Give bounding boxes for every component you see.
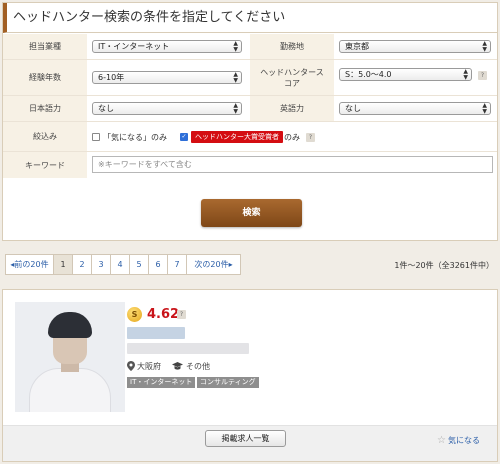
tag-industry: コンサルティング — [197, 377, 259, 388]
hh-score-select[interactable]: S：5.0〜4.0 ▲ ▼ — [339, 68, 472, 81]
redacted-name[interactable] — [127, 327, 185, 339]
chevron-right-icon: ▸ — [228, 260, 233, 269]
prev-page-link[interactable]: ◂前の20件 — [6, 255, 54, 274]
favorite-only-label[interactable]: 「気になる」のみ — [103, 132, 167, 143]
award-only-checkbox[interactable]: ✓ — [180, 133, 188, 141]
redacted-company — [127, 343, 249, 354]
row-experience-score: 経験年数 6-10年 ▲ ▼ ヘッドハンタース コア S：5.0〜4.0 ▲ ▼ ? — [3, 60, 497, 96]
industry-label: 担当業種 — [3, 34, 87, 59]
page-link-2[interactable]: 2 — [73, 255, 92, 274]
chevron-updown-icon: ▲ ▼ — [482, 102, 487, 115]
coin-icon: S — [127, 307, 142, 322]
page-link-3[interactable]: 3 — [92, 255, 111, 274]
row-language: 日本語力 なし ▲ ▼ 英語力 なし ▲ ▼ — [3, 96, 497, 122]
english-select[interactable]: なし ▲ ▼ — [339, 102, 491, 115]
job-listings-button[interactable]: 掲載求人一覧 — [205, 430, 286, 447]
search-panel: ヘッドハンター検索の条件を指定してください 担当業種 IT・インターネット ▲ ▼… — [2, 2, 498, 241]
education-text: その他 — [186, 362, 210, 371]
pin-icon — [127, 361, 135, 371]
star-icon: ☆ — [437, 435, 446, 446]
industry-select[interactable]: IT・インターネット ▲ ▼ — [92, 40, 242, 53]
location-text: 大阪府 — [137, 362, 161, 371]
page-link-1[interactable]: 1 — [54, 255, 73, 274]
next-page-link[interactable]: 次の20件▸ — [187, 255, 240, 274]
hh-score-label: ヘッドハンタース コア — [250, 60, 334, 95]
check-icon: ✓ — [181, 133, 187, 140]
pagination: ◂前の20件 1 2 3 4 5 6 7 次の20件▸ — [5, 254, 241, 275]
row-industry-location: 担当業種 IT・インターネット ▲ ▼ 勤務地 東京都 ▲ ▼ — [3, 34, 497, 60]
row-keyword: キーワード ※キーワードをすべて含む — [3, 152, 497, 178]
favorite-only-checkbox[interactable] — [92, 133, 100, 141]
help-icon[interactable]: ? — [478, 71, 487, 80]
keyword-label: キーワード — [3, 152, 87, 178]
help-icon[interactable]: ? — [177, 310, 186, 319]
page-link-4[interactable]: 4 — [111, 255, 130, 274]
chevron-updown-icon: ▲ ▼ — [233, 102, 238, 115]
hh-score-value: 4.62 — [147, 307, 180, 322]
avatar — [15, 302, 125, 412]
experience-label: 経験年数 — [3, 60, 87, 95]
search-button[interactable]: 検索 — [201, 199, 302, 227]
japanese-select[interactable]: なし ▲ ▼ — [92, 102, 242, 115]
filter-label: 絞込み — [3, 122, 87, 151]
location-label: 勤務地 — [250, 34, 334, 59]
panel-title: ヘッドハンター検索の条件を指定してください — [3, 3, 497, 33]
help-icon[interactable]: ? — [306, 133, 315, 142]
page-link-7[interactable]: 7 — [168, 255, 187, 274]
experience-select[interactable]: 6-10年 ▲ ▼ — [92, 71, 242, 84]
japanese-label: 日本語力 — [3, 96, 87, 121]
location-select[interactable]: 東京都 ▲ ▼ — [339, 40, 491, 53]
row-filter: 絞込み 「気になる」のみ ✓ ヘッドハンター大賞受賞者 のみ ? — [3, 122, 497, 152]
chevron-updown-icon: ▲ ▼ — [233, 40, 238, 53]
award-suffix: のみ — [284, 133, 300, 142]
chevron-updown-icon: ▲ ▼ — [463, 68, 468, 81]
graduation-cap-icon — [172, 362, 183, 370]
award-badge[interactable]: ヘッドハンター大賞受賞者 — [191, 131, 283, 143]
english-label: 英語力 — [250, 96, 334, 121]
favorite-link[interactable]: ☆ 気になる — [437, 435, 480, 446]
keyword-input[interactable]: ※キーワードをすべて含む — [92, 156, 493, 173]
chevron-updown-icon: ▲ ▼ — [233, 71, 238, 84]
page-link-6[interactable]: 6 — [149, 255, 168, 274]
result-count: 1件〜20件（全3261件中） — [394, 261, 494, 270]
chevron-updown-icon: ▲ ▼ — [482, 40, 487, 53]
page-link-5[interactable]: 5 — [130, 255, 149, 274]
tag-industry: IT・インターネット — [127, 377, 196, 388]
